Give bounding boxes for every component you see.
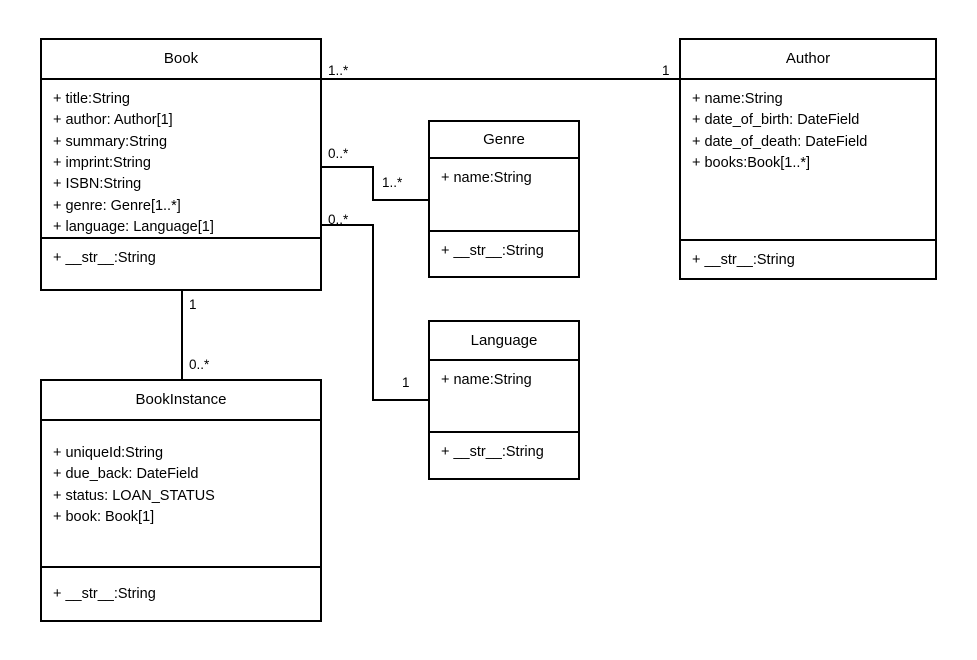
class-member: + author: Author[1] [53,112,173,129]
class-name-bookinstance: BookInstance [135,391,227,408]
class-name-language: Language [470,331,538,349]
class-member: + summary:String [53,133,168,150]
class-methods-bookinstance: + __str__:String [42,566,320,620]
class-member: + __str__:String [441,443,544,460]
class-member: + status: LOAN_STATUS [53,487,215,504]
multiplicity-book-genre-target: 1..* [382,175,403,190]
class-member: + __str__:String [692,252,795,269]
multiplicity-book-author-source: 1..* [328,63,349,78]
class-attributes-author: + name:String + date_of_birth: DateField… [681,78,935,239]
class-member: + __str__:String [53,250,156,267]
multiplicity-book-genre-source: 0..* [328,146,349,161]
class-box-book[interactable]: Book + title:String + author: Author[1] … [40,38,322,291]
class-box-language[interactable]: Language + name:String + __str__:String [428,320,580,480]
class-name-genre: Genre [483,130,525,148]
class-attributes-genre: + name:String [430,157,578,230]
class-name-book: Book [163,50,199,67]
class-box-bookinstance[interactable]: BookInstance + uniqueId:String + due_bac… [40,379,322,622]
multiplicity-book-language-source: 0..* [328,212,349,227]
class-member: + title:String [53,91,130,107]
class-member: + books:Book[1..*] [692,154,811,171]
association-book-genre [322,166,428,201]
class-member: + name:String [441,170,532,186]
class-box-author[interactable]: Author + name:String + date_of_birth: Da… [679,38,937,280]
class-member: + language: Language[1] [53,218,214,235]
class-member: + __str__:String [53,586,156,603]
class-attributes-language: + name:String [430,359,578,431]
class-member: + name:String [441,372,532,388]
class-member: + name:String [692,91,783,107]
class-member: + book: Book[1] [53,508,155,525]
class-box-genre[interactable]: Genre + name:String + __str__:String [428,120,580,278]
class-attributes-book: + title:String + author: Author[1] + sum… [42,78,320,237]
multiplicity-book-author-target: 1 [662,63,670,78]
multiplicity-book-bookinstance-target: 0..* [189,357,210,372]
class-member: + date_of_death: DateField [692,133,868,150]
uml-class-diagram: Book + title:String + author: Author[1] … [0,0,977,660]
association-book-language [322,224,428,401]
class-member: + ISBN:String [53,176,142,193]
class-member: + imprint:String [53,154,151,171]
class-member: + genre: Genre[1..*] [53,197,181,214]
class-member: + due_back: DateField [53,466,199,483]
class-name-author: Author [785,50,831,67]
class-member: + __str__:String [441,242,544,259]
class-attributes-bookinstance: + uniqueId:String + due_back: DateField … [42,419,320,566]
class-methods-author: + __str__:String [681,239,935,278]
class-member: + uniqueId:String [53,445,164,461]
class-methods-genre: + __str__:String [430,229,578,276]
multiplicity-book-bookinstance-source: 1 [189,297,197,312]
class-methods-language: + __str__:String [430,430,578,478]
multiplicity-book-language-target: 1 [402,375,410,390]
class-methods-book: + __str__:String [42,237,320,289]
class-member: + date_of_birth: DateField [692,112,860,129]
